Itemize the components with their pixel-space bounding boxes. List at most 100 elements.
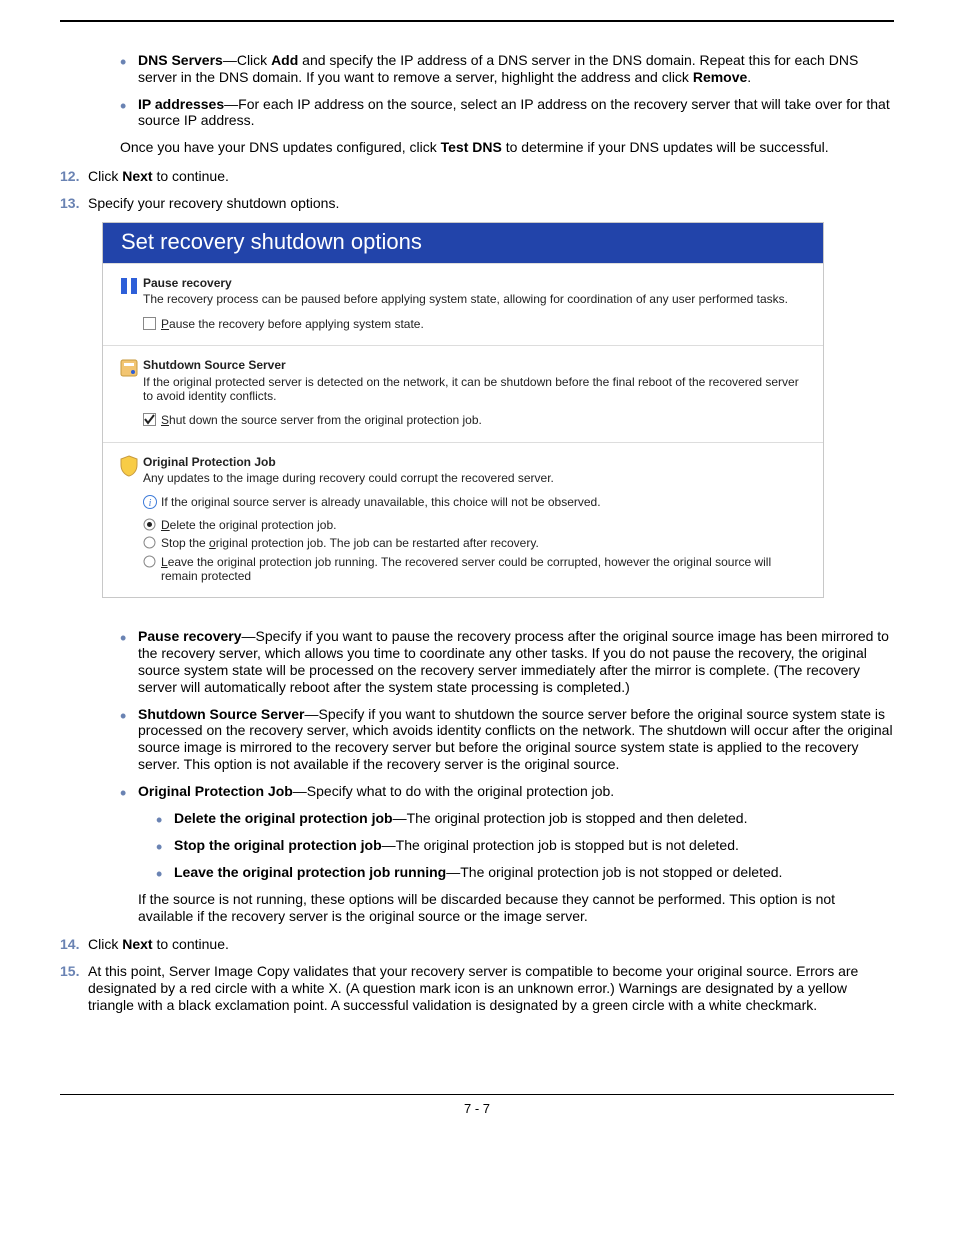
- original-label: Original Protection Job: [138, 783, 293, 799]
- text: Once you have your DNS updates configure…: [120, 139, 441, 155]
- radio-leave[interactable]: Leave the original protection job runnin…: [143, 555, 811, 584]
- access-key: D: [161, 518, 170, 532]
- checkbox-unchecked-icon[interactable]: [143, 317, 161, 330]
- step-body: Click Next to continue.: [88, 168, 894, 185]
- sub-delete-label: Delete the original protection job: [174, 810, 393, 826]
- step-body: Click Next to continue.: [88, 936, 894, 953]
- svg-text:i: i: [149, 498, 152, 509]
- explain-bullet-list: • Pause recovery—Specify if you want to …: [120, 628, 894, 799]
- access-key: L: [161, 555, 168, 569]
- shield-icon: [115, 455, 143, 588]
- bullet-pause: • Pause recovery—Specify if you want to …: [120, 628, 894, 695]
- step-number: 12.: [60, 168, 88, 185]
- text: ause the recovery before applying system…: [169, 317, 424, 331]
- top-divider: [60, 20, 894, 22]
- text: —For each IP address on the source, sele…: [138, 96, 890, 129]
- access-key: S: [161, 413, 169, 427]
- text: Click: [88, 168, 122, 184]
- shutdown-checkbox-line[interactable]: Shut down the source server from the ori…: [143, 413, 811, 427]
- bullet-dot: •: [120, 52, 138, 69]
- page-number: 7 - 7: [464, 1101, 490, 1116]
- original-sub: Any updates to the image during recovery…: [143, 471, 811, 485]
- text: hut down the source server from the orig…: [169, 413, 482, 427]
- server-icon: [115, 358, 143, 432]
- bullet-dot: •: [156, 864, 174, 881]
- text: Click: [88, 936, 122, 952]
- remove-bold: Remove: [693, 69, 747, 85]
- original-heading: Original Protection Job: [143, 455, 811, 469]
- bullet-text: Shutdown Source Server—Specify if you wa…: [138, 706, 894, 773]
- bullet-text: Pause recovery—Specify if you want to pa…: [138, 628, 894, 695]
- test-dns-bold: Test DNS: [441, 139, 502, 155]
- sub-delete: • Delete the original protection job—The…: [156, 810, 894, 827]
- text: to determine if your DNS updates will be…: [502, 139, 829, 155]
- section-shutdown: Shutdown Source Server If the original p…: [103, 345, 823, 442]
- checkbox-checked-icon[interactable]: [143, 413, 161, 426]
- recovery-shutdown-dialog: Set recovery shutdown options Pause reco…: [102, 222, 824, 599]
- upper-bullet-list: • DNS Servers—Click Add and specify the …: [120, 52, 894, 129]
- step-number: 15.: [60, 963, 88, 980]
- page: • DNS Servers—Click Add and specify the …: [0, 0, 954, 1156]
- note-text: If the original source server is already…: [161, 495, 601, 509]
- access-key: P: [161, 317, 169, 331]
- radio-delete[interactable]: Delete the original protection job.: [143, 518, 811, 532]
- text: —The original protection job is stopped …: [382, 837, 739, 853]
- radio-stop[interactable]: Stop the original protection job. The jo…: [143, 536, 811, 550]
- text: —Click: [223, 52, 271, 68]
- original-note-para: If the source is not running, these opti…: [138, 891, 894, 925]
- text: to continue.: [153, 936, 229, 952]
- sub-stop: • Stop the original protection job—The o…: [156, 837, 894, 854]
- step-number: 13.: [60, 195, 88, 212]
- bullet-shutdown: • Shutdown Source Server—Specify if you …: [120, 706, 894, 773]
- page-footer: 7 - 7: [60, 1094, 894, 1117]
- sub-leave: • Leave the original protection job runn…: [156, 864, 894, 881]
- bullet-dot: •: [156, 810, 174, 827]
- bullet-text: Stop the original protection job—The ori…: [174, 837, 894, 854]
- pause-checkbox-line[interactable]: Pause the recovery before applying syste…: [143, 317, 811, 331]
- bullet-dns: • DNS Servers—Click Add and specify the …: [120, 52, 894, 86]
- section-body: Shutdown Source Server If the original p…: [143, 358, 811, 432]
- radio-unselected-icon[interactable]: [143, 536, 161, 549]
- bullet-original: • Original Protection Job—Specify what t…: [120, 783, 894, 800]
- radio-label: Leave the original protection job runnin…: [161, 555, 811, 584]
- bullet-ip: • IP addresses—For each IP address on th…: [120, 96, 894, 130]
- radio-unselected-icon[interactable]: [143, 555, 161, 568]
- text: riginal protection job. The job can be r…: [216, 536, 539, 550]
- text: —Specify what to do with the original pr…: [293, 783, 614, 799]
- text: —The original protection job is stopped …: [393, 810, 748, 826]
- step-13: 13. Specify your recovery shutdown optio…: [60, 195, 894, 212]
- pause-sub: The recovery process can be paused befor…: [143, 292, 811, 306]
- text: eave the original protection job running…: [161, 555, 771, 583]
- access-key: o: [209, 536, 216, 550]
- section-body: Pause recovery The recovery process can …: [143, 276, 811, 335]
- text: —The original protection job is not stop…: [446, 864, 782, 880]
- sub-leave-label: Leave the original protection job runnin…: [174, 864, 446, 880]
- next-bold: Next: [122, 936, 152, 952]
- step-15: 15. At this point, Server Image Copy val…: [60, 963, 894, 1013]
- text: —Specify if you want to pause the recove…: [138, 628, 889, 694]
- shutdown-heading: Shutdown Source Server: [143, 358, 811, 372]
- test-dns-para: Once you have your DNS updates configure…: [120, 139, 894, 156]
- ip-label: IP addresses: [138, 96, 224, 112]
- section-original: Original Protection Job Any updates to t…: [103, 442, 823, 598]
- next-bold: Next: [122, 168, 152, 184]
- dns-label: DNS Servers: [138, 52, 223, 68]
- step-body: Specify your recovery shutdown options.: [88, 195, 894, 212]
- radio-selected-icon[interactable]: [143, 518, 161, 531]
- shutdown-sub: If the original protected server is dete…: [143, 375, 811, 404]
- checkbox-label: Pause the recovery before applying syste…: [161, 317, 424, 331]
- sub-bullet-list: • Delete the original protection job—The…: [156, 810, 894, 881]
- add-bold: Add: [271, 52, 298, 68]
- checkbox-label: Shut down the source server from the ori…: [161, 413, 482, 427]
- section-pause: Pause recovery The recovery process can …: [103, 263, 823, 345]
- section-body: Original Protection Job Any updates to t…: [143, 455, 811, 588]
- radio-label: Delete the original protection job.: [161, 518, 336, 532]
- shutdown-label: Shutdown Source Server: [138, 706, 304, 722]
- pause-icon: [115, 276, 143, 335]
- bullet-dot: •: [120, 783, 138, 800]
- bullet-dot: •: [120, 96, 138, 113]
- text: elete the original protection job.: [170, 518, 337, 532]
- text: .: [747, 69, 751, 85]
- bullet-text: DNS Servers—Click Add and specify the IP…: [138, 52, 894, 86]
- step-number: 14.: [60, 936, 88, 953]
